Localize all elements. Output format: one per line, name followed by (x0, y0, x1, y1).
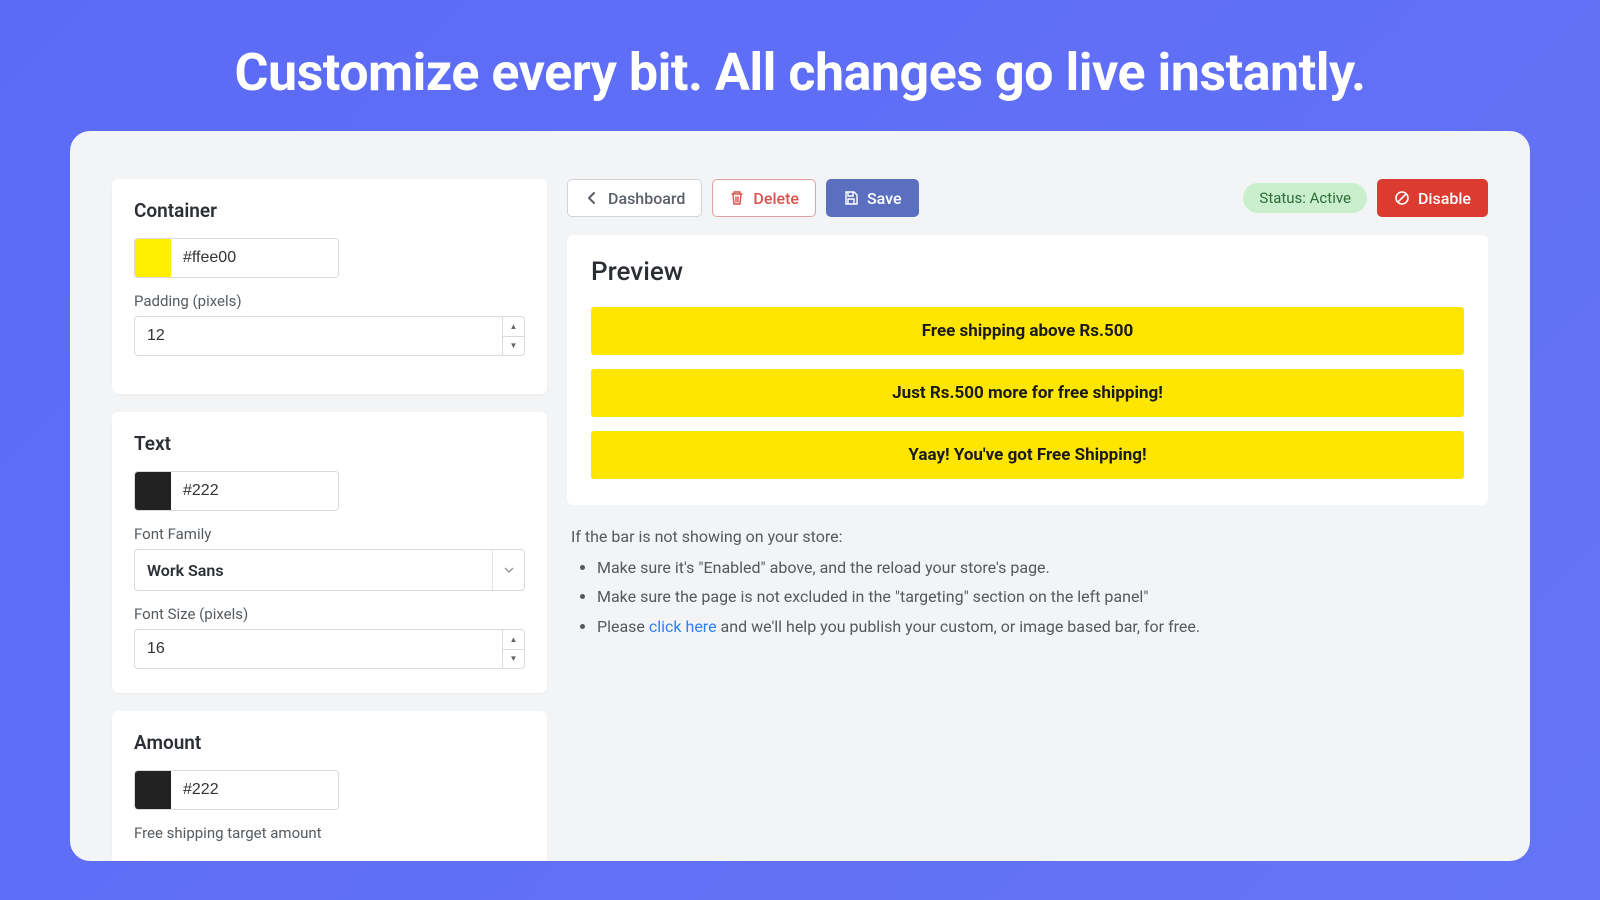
app-window: Container Padding (pixels) ▲ ▼ Text Font… (70, 131, 1530, 861)
container-card-title: Container (134, 199, 525, 222)
text-card: Text Font Family Work Sans Font Size (pi… (112, 412, 547, 693)
chevron-down-icon (492, 550, 524, 590)
target-amount-label: Free shipping target amount (134, 824, 525, 842)
text-color-picker[interactable] (134, 471, 339, 511)
preview-bar: Yaay! You've got Free Shipping! (591, 431, 1464, 479)
text-color-input[interactable] (171, 472, 339, 510)
help-item: Please click here and we'll help you pub… (597, 613, 1484, 640)
arrow-left-icon (584, 190, 600, 206)
container-card: Container Padding (pixels) ▲ ▼ (112, 179, 547, 394)
font-family-label: Font Family (134, 525, 525, 543)
font-size-spinner: ▲ ▼ (502, 630, 524, 668)
container-color-swatch[interactable] (135, 239, 171, 277)
padding-input[interactable] (135, 317, 502, 355)
disable-label: Disable (1418, 189, 1471, 208)
help-please: Please (597, 617, 649, 636)
padding-step-up[interactable]: ▲ (503, 317, 524, 337)
font-size-input[interactable] (135, 630, 502, 668)
amount-color-picker[interactable] (134, 770, 339, 810)
amount-card: Amount Free shipping target amount (112, 711, 547, 861)
amount-color-swatch[interactable] (135, 771, 171, 809)
preview-title: Preview (591, 257, 1464, 287)
dashboard-label: Dashboard (608, 189, 685, 208)
help-item: Make sure the page is not excluded in th… (597, 583, 1484, 610)
preview-bar: Just Rs.500 more for free shipping! (591, 369, 1464, 417)
help-intro: If the bar is not showing on your store: (571, 523, 1484, 550)
container-color-input[interactable] (171, 239, 339, 277)
amount-card-title: Amount (134, 731, 525, 754)
settings-sidebar: Container Padding (pixels) ▲ ▼ Text Font… (112, 179, 547, 861)
dashboard-button[interactable]: Dashboard (567, 179, 702, 217)
text-color-swatch[interactable] (135, 472, 171, 510)
font-size-label: Font Size (pixels) (134, 605, 525, 623)
font-family-select[interactable]: Work Sans (134, 549, 525, 591)
save-button[interactable]: Save (826, 179, 919, 217)
font-size-input-wrap: ▲ ▼ (134, 629, 525, 669)
container-color-picker[interactable] (134, 238, 339, 278)
disable-button[interactable]: Disable (1377, 179, 1488, 217)
padding-spinner: ▲ ▼ (502, 317, 524, 355)
font-size-step-down[interactable]: ▼ (503, 650, 524, 669)
font-family-value: Work Sans (147, 561, 492, 580)
preview-card: Preview Free shipping above Rs.500 Just … (567, 235, 1488, 505)
padding-step-down[interactable]: ▼ (503, 337, 524, 356)
padding-label: Padding (pixels) (134, 292, 525, 310)
save-icon (843, 190, 859, 206)
hero-title: Customize every bit. All changes go live… (0, 0, 1600, 131)
trash-icon (729, 190, 745, 206)
help-link[interactable]: click here (649, 617, 717, 636)
preview-bar: Free shipping above Rs.500 (591, 307, 1464, 355)
help-rest: and we'll help you publish your custom, … (717, 617, 1201, 636)
help-item: Make sure it's "Enabled" above, and the … (597, 554, 1484, 581)
delete-button[interactable]: Delete (712, 179, 816, 217)
font-size-step-up[interactable]: ▲ (503, 630, 524, 650)
save-label: Save (867, 189, 902, 208)
padding-input-wrap: ▲ ▼ (134, 316, 525, 356)
delete-label: Delete (753, 189, 799, 208)
amount-color-input[interactable] (171, 771, 339, 809)
prohibit-icon (1394, 190, 1410, 206)
main-panel: Dashboard Delete Save Status: Active (567, 179, 1488, 861)
toolbar: Dashboard Delete Save Status: Active (567, 179, 1488, 217)
text-card-title: Text (134, 432, 525, 455)
status-badge: Status: Active (1243, 183, 1367, 213)
help-block: If the bar is not showing on your store:… (567, 523, 1488, 640)
